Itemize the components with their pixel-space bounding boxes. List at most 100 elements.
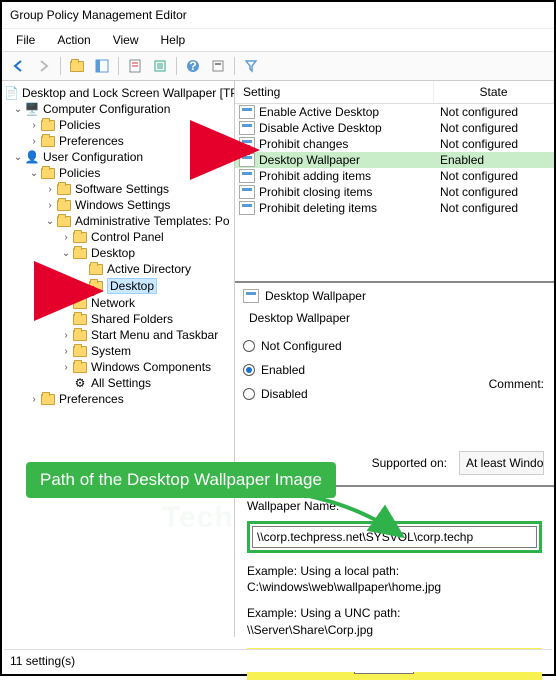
tree-control-panel[interactable]: Control Panel xyxy=(91,230,164,244)
caret-right-icon[interactable]: › xyxy=(44,184,56,195)
filter-button[interactable] xyxy=(240,55,262,77)
refresh-button[interactable] xyxy=(149,55,171,77)
back-button[interactable] xyxy=(8,55,30,77)
comment-label: Comment: xyxy=(489,377,544,391)
caret-icon[interactable]: ⌄ xyxy=(12,152,24,163)
show-hide-tree-button[interactable] xyxy=(91,55,113,77)
policy-icon xyxy=(239,121,255,135)
radio-enabled[interactable] xyxy=(243,364,255,376)
folder-icon xyxy=(88,262,104,276)
row-label: Prohibit adding items xyxy=(259,169,440,183)
caret-right-icon[interactable]: › xyxy=(60,346,72,357)
row-label: Prohibit deleting items xyxy=(259,201,440,215)
tree-user-config[interactable]: User Configuration xyxy=(43,150,143,164)
tree-pane[interactable]: 📄Desktop and Lock Screen Wallpaper [TP ⌄… xyxy=(2,81,235,637)
detail-title: Desktop Wallpaper xyxy=(249,311,350,325)
folder-icon xyxy=(56,214,72,228)
tree-admin-templates[interactable]: Administrative Templates: Po xyxy=(75,214,230,228)
folder-icon xyxy=(56,182,72,196)
tree-network[interactable]: Network xyxy=(91,296,135,310)
col-setting[interactable]: Setting xyxy=(235,81,434,103)
tree-policies-cc[interactable]: Policies xyxy=(59,118,100,132)
list-row[interactable]: Prohibit deleting itemsNot configured xyxy=(235,200,554,216)
caret-icon[interactable]: ⌄ xyxy=(12,104,24,115)
row-label: Desktop Wallpaper xyxy=(259,153,440,167)
example2-title: Example: Using a UNC path: xyxy=(247,605,542,621)
tree-shared-folders[interactable]: Shared Folders xyxy=(91,312,173,326)
caret-right-icon[interactable]: › xyxy=(60,232,72,243)
tree-preferences-cc[interactable]: Preferences xyxy=(59,134,124,148)
folder-icon xyxy=(72,246,88,260)
caret-right-icon[interactable]: › xyxy=(28,136,40,147)
list-row[interactable]: Prohibit closing itemsNot configured xyxy=(235,184,554,200)
supported-label: Supported on: xyxy=(372,456,447,470)
policy-root-icon: 📄 xyxy=(4,86,19,100)
menu-action[interactable]: Action xyxy=(47,31,100,49)
up-folder-button[interactable] xyxy=(66,55,88,77)
folder-icon xyxy=(40,118,56,132)
caret-right-icon[interactable]: › xyxy=(28,120,40,131)
caret-right-icon[interactable]: › xyxy=(60,330,72,341)
tree-root[interactable]: Desktop and Lock Screen Wallpaper [TP xyxy=(22,86,235,100)
options-panel: Wallpaper Name: Example: Using a local p… xyxy=(235,485,554,637)
tree-desktop-selected[interactable]: Desktop xyxy=(107,278,157,294)
caret-icon[interactable]: ⌄ xyxy=(60,248,72,259)
tree-all-settings[interactable]: All Settings xyxy=(91,376,151,390)
row-state: Not configured xyxy=(440,121,550,135)
row-state: Not configured xyxy=(440,137,550,151)
col-state[interactable]: State xyxy=(434,81,554,103)
folder-icon xyxy=(40,134,56,148)
policy-icon xyxy=(239,153,255,167)
row-state: Not configured xyxy=(440,201,550,215)
row-state: Enabled xyxy=(440,153,550,167)
menu-view[interactable]: View xyxy=(103,31,149,49)
menu-file[interactable]: File xyxy=(6,31,45,49)
example2-value: \\Server\Share\Corp.jpg xyxy=(247,622,542,638)
policy-icon xyxy=(239,201,255,215)
wallpaper-path-input[interactable] xyxy=(252,526,537,548)
forward-button[interactable] xyxy=(33,55,55,77)
properties-button[interactable] xyxy=(124,55,146,77)
status-bar: 11 setting(s) xyxy=(4,649,552,672)
tree-start-menu[interactable]: Start Menu and Taskbar xyxy=(91,328,218,342)
row-label: Prohibit changes xyxy=(259,137,440,151)
caret-icon[interactable]: ⌄ xyxy=(44,216,56,227)
row-label: Enable Active Desktop xyxy=(259,105,440,119)
caret-right-icon[interactable]: › xyxy=(60,362,72,373)
svg-text:?: ? xyxy=(189,59,196,73)
tree-windows-components[interactable]: Windows Components xyxy=(91,360,211,374)
caret-right-icon[interactable]: › xyxy=(28,394,40,405)
folder-icon xyxy=(72,344,88,358)
radio-not-configured[interactable] xyxy=(243,340,255,352)
caret-right-icon[interactable]: › xyxy=(60,298,72,309)
callout-wallpaper-path: Path of the Desktop Wallpaper Image xyxy=(26,462,336,498)
label-disabled: Disabled xyxy=(261,387,308,401)
menu-help[interactable]: Help xyxy=(151,31,196,49)
radio-disabled[interactable] xyxy=(243,388,255,400)
settings-icon: ⚙ xyxy=(72,376,88,390)
list-row[interactable]: Disable Active DesktopNot configured xyxy=(235,120,554,136)
policy-icon xyxy=(239,169,255,183)
tree-system[interactable]: System xyxy=(91,344,131,358)
list-row[interactable]: Desktop WallpaperEnabled xyxy=(235,152,554,168)
tree-preferences-uc[interactable]: Preferences xyxy=(59,392,124,406)
tree-active-directory[interactable]: Active Directory xyxy=(107,262,191,276)
row-state: Not configured xyxy=(440,105,550,119)
tree-computer-config[interactable]: Computer Configuration xyxy=(43,102,170,116)
list-row[interactable]: Enable Active DesktopNot configured xyxy=(235,104,554,120)
list-row[interactable]: Prohibit changesNot configured xyxy=(235,136,554,152)
list-header: Setting State xyxy=(235,81,554,104)
help-button[interactable]: ? xyxy=(182,55,204,77)
menubar: File Action View Help xyxy=(2,29,554,52)
list-row[interactable]: Prohibit adding itemsNot configured xyxy=(235,168,554,184)
caret-right-icon[interactable]: › xyxy=(44,200,56,211)
tree-desktop[interactable]: Desktop xyxy=(91,246,135,260)
tree-software-settings[interactable]: Software Settings xyxy=(75,182,169,196)
example1-value: C:\windows\web\wallpaper\home.jpg xyxy=(247,579,542,595)
caret-icon[interactable]: ⌄ xyxy=(28,168,40,179)
tree-windows-settings[interactable]: Windows Settings xyxy=(75,198,170,212)
folder-icon xyxy=(72,360,88,374)
label-not-configured: Not Configured xyxy=(261,339,342,353)
tree-policies-uc[interactable]: Policies xyxy=(59,166,100,180)
options-button[interactable] xyxy=(207,55,229,77)
